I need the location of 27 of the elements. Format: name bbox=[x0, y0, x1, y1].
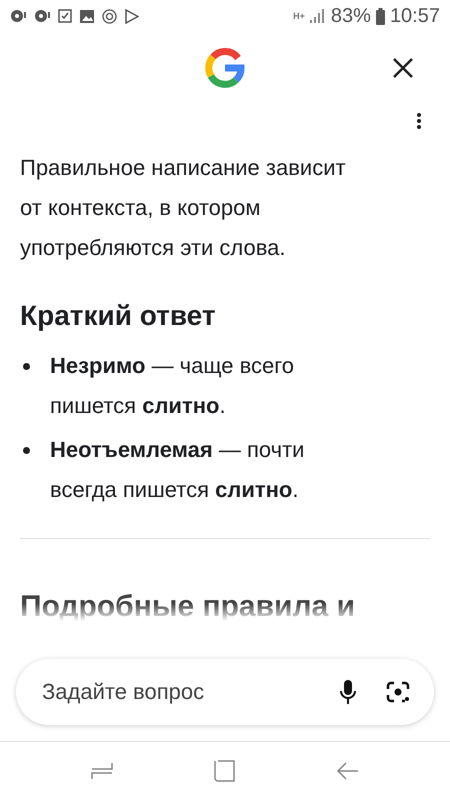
back-icon[interactable] bbox=[336, 761, 360, 781]
image-icon bbox=[80, 10, 94, 22]
more-options-button[interactable] bbox=[416, 112, 422, 130]
bullet-icon bbox=[23, 447, 30, 454]
answer-paragraph: Правильное написание зависит от контекста, в котором употребляются эти слова. bbox=[20, 154, 347, 262]
notification-icon bbox=[10, 9, 26, 23]
camera-lens-icon[interactable] bbox=[386, 681, 410, 703]
battery-percent: 83% bbox=[330, 4, 371, 28]
bullet-icon bbox=[23, 363, 30, 370]
play-store-icon bbox=[125, 8, 139, 24]
bullet-text: Неотъемлемая — почти всегда пишется слитно. bbox=[50, 436, 306, 504]
recent-apps-icon[interactable] bbox=[90, 761, 114, 781]
search-field[interactable]: Задайте вопрос bbox=[40, 678, 310, 706]
circle-icon bbox=[102, 8, 117, 24]
checkbox-icon bbox=[58, 9, 72, 23]
bullet-text: Незримо — чаще всего пишется слитно. bbox=[50, 352, 296, 420]
google-logo bbox=[205, 48, 245, 88]
section-heading: Краткий ответ bbox=[20, 299, 217, 333]
notification-icon bbox=[34, 9, 50, 23]
section-heading: Подробные правила и bbox=[20, 589, 356, 625]
battery-icon bbox=[376, 8, 385, 24]
close-button[interactable] bbox=[392, 57, 414, 79]
network-type: H+ bbox=[293, 11, 305, 21]
signal-icon bbox=[310, 9, 326, 23]
microphone-icon[interactable] bbox=[340, 680, 356, 704]
home-icon[interactable] bbox=[214, 760, 236, 782]
clock: 10:57 bbox=[390, 4, 440, 28]
